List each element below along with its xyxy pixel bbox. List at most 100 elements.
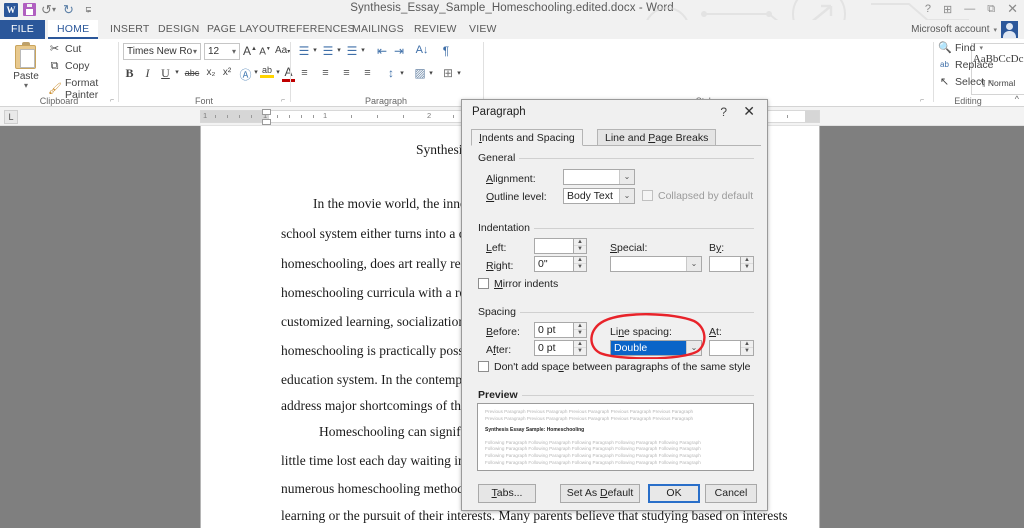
text-effects-chevron-down-icon[interactable]: ▾ bbox=[252, 68, 260, 76]
grow-font-icon[interactable]: A▲ bbox=[243, 44, 257, 58]
numbering-chevron-down-icon[interactable]: ▾ bbox=[335, 46, 343, 54]
indent-left-stepper[interactable]: ▲ ▼ bbox=[574, 238, 587, 254]
clipboard-dialog-launcher-icon[interactable]: ⌐ bbox=[108, 97, 116, 105]
indent-right-stepper[interactable]: ▲ ▼ bbox=[574, 256, 587, 272]
spacing-after-stepper[interactable]: ▲ ▼ bbox=[574, 340, 587, 356]
ribbon-display-options-icon[interactable]: ⊞ bbox=[943, 3, 952, 16]
select-chevron-down-icon[interactable]: ▾ bbox=[988, 78, 992, 86]
preview-following-text: Following Paragraph Following Paragraph … bbox=[485, 459, 701, 465]
font-name-combo[interactable]: Times New Ro ▾ bbox=[123, 43, 201, 60]
bullets-chevron-down-icon[interactable]: ▾ bbox=[311, 46, 319, 54]
shrink-font-icon[interactable]: A▼ bbox=[259, 46, 271, 57]
text-highlight-icon[interactable]: ab bbox=[260, 65, 274, 78]
superscript-icon[interactable]: x² bbox=[220, 67, 234, 78]
subscript-icon[interactable]: x₂ bbox=[204, 67, 218, 78]
justify-icon[interactable]: ≡ bbox=[360, 67, 375, 79]
styles-dialog-launcher-icon[interactable]: ⌐ bbox=[918, 97, 926, 105]
font-dialog-launcher-icon[interactable]: ⌐ bbox=[279, 97, 287, 105]
copy-button[interactable]: ⧉ Copy bbox=[48, 60, 90, 72]
sort-icon[interactable]: A↓ bbox=[415, 44, 429, 56]
align-right-icon[interactable]: ≡ bbox=[339, 67, 354, 79]
line-spacing-chevron-down-icon[interactable]: ▾ bbox=[398, 69, 406, 77]
decrease-indent-icon[interactable]: ⇤ bbox=[375, 44, 389, 58]
line-spacing-chevron-down-icon[interactable]: ⌄ bbox=[686, 341, 701, 355]
close-icon[interactable]: ✕ bbox=[1007, 1, 1018, 17]
tab-file[interactable]: FILE bbox=[0, 20, 45, 39]
spacing-before-field[interactable]: 0 pt bbox=[534, 322, 574, 338]
shading-icon[interactable]: ▨ bbox=[413, 66, 427, 80]
replace-button[interactable]: ab Replace bbox=[938, 59, 993, 71]
dialog-close-icon[interactable]: ✕ bbox=[743, 103, 755, 120]
font-name-chevron-down-icon[interactable]: ▾ bbox=[193, 44, 197, 59]
show-formatting-marks-icon[interactable]: ¶ bbox=[439, 44, 453, 58]
by-stepper[interactable]: ▲ ▼ bbox=[741, 256, 754, 272]
highlight-chevron-down-icon[interactable]: ▾ bbox=[274, 68, 282, 76]
find-button[interactable]: 🔍 Find ▾ bbox=[938, 42, 983, 54]
change-case-icon[interactable]: Aa▾ bbox=[275, 45, 290, 56]
dont-add-space-checkbox[interactable] bbox=[478, 361, 489, 372]
paste-button[interactable]: Paste ▾ bbox=[6, 42, 46, 90]
spacing-before-stepper[interactable]: ▲ ▼ bbox=[574, 322, 587, 338]
tab-selector-icon[interactable]: L bbox=[4, 110, 18, 124]
first-line-indent-marker[interactable] bbox=[262, 109, 271, 115]
tab-view[interactable]: VIEW bbox=[460, 20, 506, 39]
at-stepper[interactable]: ▲ ▼ bbox=[741, 340, 754, 356]
dialog-help-icon[interactable]: ? bbox=[720, 105, 727, 119]
tabs-button[interactable]: Tabs... bbox=[478, 484, 536, 503]
special-combo[interactable]: ⌄ bbox=[610, 256, 702, 272]
microsoft-account-label[interactable]: Microsoft account bbox=[911, 24, 989, 35]
multilevel-list-icon[interactable]: ☰ bbox=[345, 44, 359, 58]
tab-mailings[interactable]: MAILINGS bbox=[343, 20, 413, 39]
font-size-chevron-down-icon[interactable]: ▾ bbox=[232, 44, 236, 59]
alignment-combo[interactable]: ⌄ bbox=[563, 169, 635, 185]
collapse-ribbon-icon[interactable]: ^ bbox=[1015, 94, 1019, 104]
by-field[interactable] bbox=[709, 256, 741, 272]
underline-icon[interactable]: U bbox=[159, 66, 172, 81]
numbering-icon[interactable]: ☰ bbox=[321, 44, 335, 58]
line-spacing-icon[interactable]: ↕ bbox=[384, 66, 398, 80]
special-chevron-down-icon[interactable]: ⌄ bbox=[686, 257, 701, 271]
bullets-icon[interactable]: ☰ bbox=[297, 44, 311, 58]
indent-right-field[interactable]: 0" bbox=[534, 256, 574, 272]
account-chevron-down-icon[interactable]: ▾ bbox=[993, 26, 997, 34]
italic-icon[interactable]: I bbox=[141, 66, 154, 81]
borders-chevron-down-icon[interactable]: ▾ bbox=[455, 69, 463, 77]
align-left-icon[interactable]: ≡ bbox=[297, 67, 312, 79]
font-size-combo[interactable]: 12 ▾ bbox=[204, 43, 240, 60]
multilevel-chevron-down-icon[interactable]: ▾ bbox=[359, 46, 367, 54]
restore-icon[interactable]: ⧉ bbox=[987, 3, 995, 16]
tab-home[interactable]: HOME bbox=[48, 20, 99, 39]
underline-chevron-down-icon[interactable]: ▾ bbox=[173, 68, 181, 76]
line-spacing-label: Line spacing: bbox=[610, 326, 672, 338]
avatar[interactable] bbox=[1001, 21, 1018, 38]
alignment-chevron-down-icon[interactable]: ⌄ bbox=[619, 170, 634, 184]
minimize-icon[interactable]: — bbox=[964, 3, 975, 15]
cancel-button[interactable]: Cancel bbox=[705, 484, 757, 503]
increase-indent-icon[interactable]: ⇥ bbox=[392, 44, 406, 58]
find-chevron-down-icon[interactable]: ▾ bbox=[979, 44, 983, 52]
collapsed-by-default-checkbox[interactable] bbox=[642, 190, 653, 201]
strikethrough-icon[interactable]: abc bbox=[183, 68, 201, 78]
borders-icon[interactable]: ⊞ bbox=[441, 66, 455, 80]
shading-chevron-down-icon[interactable]: ▾ bbox=[427, 69, 435, 77]
spacing-after-field[interactable]: 0 pt bbox=[534, 340, 574, 356]
line-spacing-combo[interactable]: Double ⌄ bbox=[610, 340, 702, 356]
tab-line-and-page-breaks[interactable]: Line and Page Breaks bbox=[597, 129, 717, 146]
align-center-icon[interactable]: ≡ bbox=[318, 67, 333, 79]
mirror-indents-checkbox[interactable] bbox=[478, 278, 489, 289]
ok-button[interactable]: OK bbox=[648, 484, 700, 503]
bold-icon[interactable]: B bbox=[123, 66, 136, 81]
select-button[interactable]: ↖ Select ▾ bbox=[938, 76, 992, 88]
tab-review[interactable]: REVIEW bbox=[405, 20, 466, 39]
outline-level-chevron-down-icon[interactable]: ⌄ bbox=[619, 189, 634, 203]
cut-button[interactable]: ✂ Cut bbox=[48, 43, 81, 55]
at-field[interactable] bbox=[709, 340, 741, 356]
help-icon[interactable]: ? bbox=[925, 3, 931, 15]
set-as-default-button[interactable]: Set As Default bbox=[560, 484, 640, 503]
outline-level-combo[interactable]: Body Text ⌄ bbox=[563, 188, 635, 204]
paste-chevron-down-icon[interactable]: ▾ bbox=[6, 82, 46, 90]
indent-left-field[interactable] bbox=[534, 238, 574, 254]
tab-indents-and-spacing[interactable]: Indents and Spacing bbox=[471, 129, 583, 146]
left-indent-marker[interactable] bbox=[262, 119, 271, 125]
text-effects-icon[interactable]: Ⓐ bbox=[239, 66, 252, 83]
